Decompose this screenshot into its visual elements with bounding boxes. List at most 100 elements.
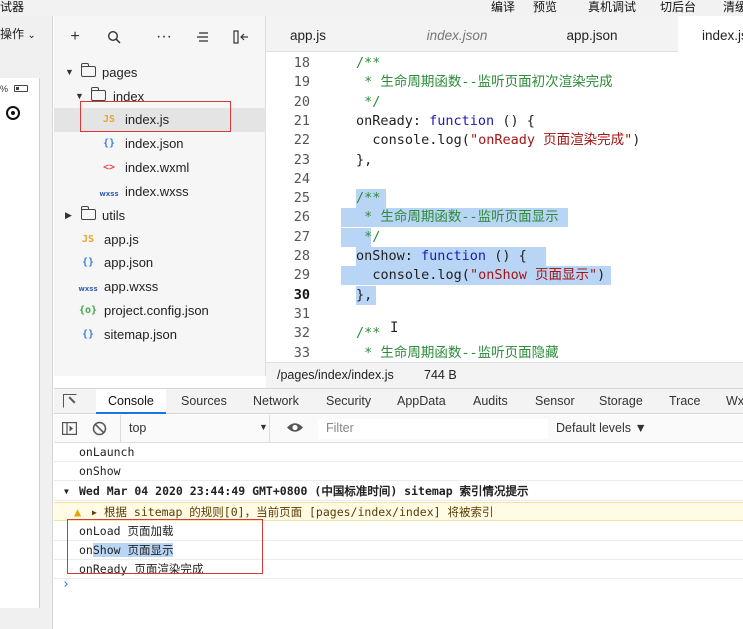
tree-item-sitemap-json[interactable]: {} sitemap.json [54, 323, 266, 347]
code-text: /** [356, 189, 380, 208]
eye-icon[interactable] [286, 421, 304, 437]
wxss-file-icon: wxss [78, 285, 98, 293]
console-group-header[interactable]: ▼ Wed Mar 04 2020 23:44:49 GMT+0800 (中国标… [54, 482, 743, 501]
tab-sources[interactable]: Sources [181, 389, 227, 414]
real-device-debug-menu[interactable]: 真机调试 [588, 0, 636, 14]
tree-item-app-wxss[interactable]: wxss app.wxss [54, 275, 266, 299]
code-line[interactable]: 33 * 生命周期函数--监听页面隐藏 [266, 344, 743, 363]
filter-input[interactable]: Filter [318, 419, 548, 439]
code-token: /** [356, 55, 381, 71]
tab-index-json[interactable]: index.json [404, 16, 510, 52]
code-line[interactable]: 19 * 生命周期函数--监听页面初次渲染完成 [266, 73, 743, 92]
tab-index-js[interactable]: index.js [678, 16, 743, 52]
code-line[interactable]: 23}, [266, 151, 743, 170]
tree-item-label: utils [102, 208, 126, 223]
code-token: onReady: [356, 112, 430, 129]
tree-item-index-json[interactable]: {} index.json [54, 132, 266, 156]
code-line[interactable]: 24 [266, 170, 743, 189]
tree-item-app-js[interactable]: JS app.js [54, 228, 266, 252]
code-token: */ [356, 228, 381, 245]
tree-item-project-config[interactable]: {o} project.config.json [54, 299, 266, 323]
code-token: () { [486, 248, 527, 264]
sidebar-toggle-icon[interactable] [62, 422, 78, 438]
code-line[interactable]: 32 /** [266, 324, 743, 343]
code-line[interactable]: 29 console.log("onShow 页面显示") [266, 266, 743, 286]
line-number: 19 [293, 74, 310, 91]
context-select[interactable]: top ▼ [120, 415, 270, 442]
tab-trace[interactable]: Trace [669, 389, 701, 414]
add-file-icon[interactable]: + [65, 27, 85, 47]
line-number: 27 [293, 228, 310, 245]
tab-network[interactable]: Network [253, 389, 299, 414]
tab-storage[interactable]: Storage [599, 389, 643, 414]
code-line[interactable]: 30}, [266, 285, 743, 305]
search-icon[interactable] [104, 27, 124, 47]
tree-item-label: index.wxss [125, 184, 189, 199]
tree-item-app-json[interactable]: {} app.json [54, 251, 266, 275]
code-token: "onShow 页面显示" [469, 267, 598, 284]
code-text: /** [356, 324, 380, 343]
code-text: }, [356, 286, 372, 305]
code-line[interactable]: 20 */ [266, 93, 743, 112]
code-line[interactable]: 18 /** [266, 54, 743, 73]
console-line: onLaunch [54, 443, 743, 462]
tree-item-label: index.json [125, 136, 184, 151]
code-line[interactable]: 31 [266, 305, 743, 324]
code-token: console.log( [372, 267, 470, 284]
inspect-element-icon[interactable] [63, 394, 77, 408]
simulator-panel: 操作 ⌄ % [0, 16, 53, 629]
code-token: * 生命周期函数--监听页面显示 [356, 209, 559, 226]
code-area[interactable]: 18/** 19 * 生命周期函数--监听页面初次渲染完成 20 */21 onRea… [266, 52, 743, 362]
code-text: onShow: function () { [356, 247, 527, 266]
clear-cache-menu[interactable]: 清缓 [723, 0, 743, 14]
tree-item-utils[interactable]: ▶ utils [54, 204, 266, 228]
capsule-close-icon[interactable] [6, 106, 20, 120]
line-number: 24 [293, 170, 310, 187]
compile-menu[interactable]: 编译 [491, 0, 515, 14]
console-prompt-icon[interactable]: › [62, 577, 70, 592]
tab-wx[interactable]: Wx [726, 389, 743, 414]
simulator-ops-dropdown[interactable]: 操作 ⌄ [0, 25, 36, 42]
clear-console-icon[interactable] [92, 421, 107, 439]
code-token: function [429, 112, 495, 129]
split-panel-icon[interactable] [231, 27, 251, 47]
tab-app-json[interactable]: app.json [542, 16, 642, 52]
line-number: 25 [293, 190, 310, 207]
code-line[interactable]: 22 console.log("onReady 页面渲染完成") [266, 131, 743, 150]
file-explorer: + ··· ▼ pages ▼ index JS index.js {} ind… [54, 16, 266, 376]
js-file-icon: JS [81, 234, 95, 245]
editor-status-bar: /pages/index/index.js 744 B [266, 362, 743, 388]
preview-menu[interactable]: 预览 [533, 0, 557, 14]
tab-audits[interactable]: Audits [473, 389, 508, 414]
code-token: onShow: [356, 248, 422, 264]
window-title-fragment: 试器 [0, 0, 25, 14]
console-text: Wed Mar 04 2020 23:44:49 GMT+0800 (中国标准时… [79, 484, 529, 498]
outline-icon[interactable] [191, 27, 211, 47]
tree-item-index-wxss[interactable]: wxss index.wxss [54, 180, 266, 204]
code-line[interactable]: 26 * 生命周期函数--监听页面显示 [266, 208, 743, 228]
code-line[interactable]: 21 onReady: function () { [266, 112, 743, 131]
wxml-file-icon: <> [102, 162, 116, 173]
tab-console[interactable]: Console [96, 389, 166, 414]
code-line[interactable]: 28 onShow: function () { [266, 247, 743, 266]
background-menu[interactable]: 切后台 [660, 0, 696, 14]
code-token: () { [494, 112, 535, 129]
battery-icon [14, 85, 28, 92]
context-value: top [129, 421, 147, 435]
more-icon[interactable]: ··· [154, 27, 174, 47]
code-line[interactable]: 27 */ [266, 227, 743, 247]
tree-item-pages[interactable]: ▼ pages [54, 61, 266, 85]
chevron-down-icon: ⌄ [27, 30, 36, 41]
text-cursor-icon: I [390, 320, 399, 336]
tab-security[interactable]: Security [326, 389, 371, 414]
code-text: /** [356, 54, 380, 73]
tree-item-label: index.wxml [125, 160, 190, 175]
code-text: */ [356, 228, 380, 247]
simulator-screen[interactable]: % [0, 78, 40, 608]
code-line[interactable]: 25 /** [266, 189, 743, 209]
tab-app-js[interactable]: app.js [266, 16, 350, 52]
tree-item-index-wxml[interactable]: <> index.wxml [54, 156, 266, 180]
tab-sensor[interactable]: Sensor [535, 389, 575, 414]
tab-appdata[interactable]: AppData [397, 389, 446, 414]
log-levels-dropdown[interactable]: Default levels ▼ [556, 421, 647, 435]
